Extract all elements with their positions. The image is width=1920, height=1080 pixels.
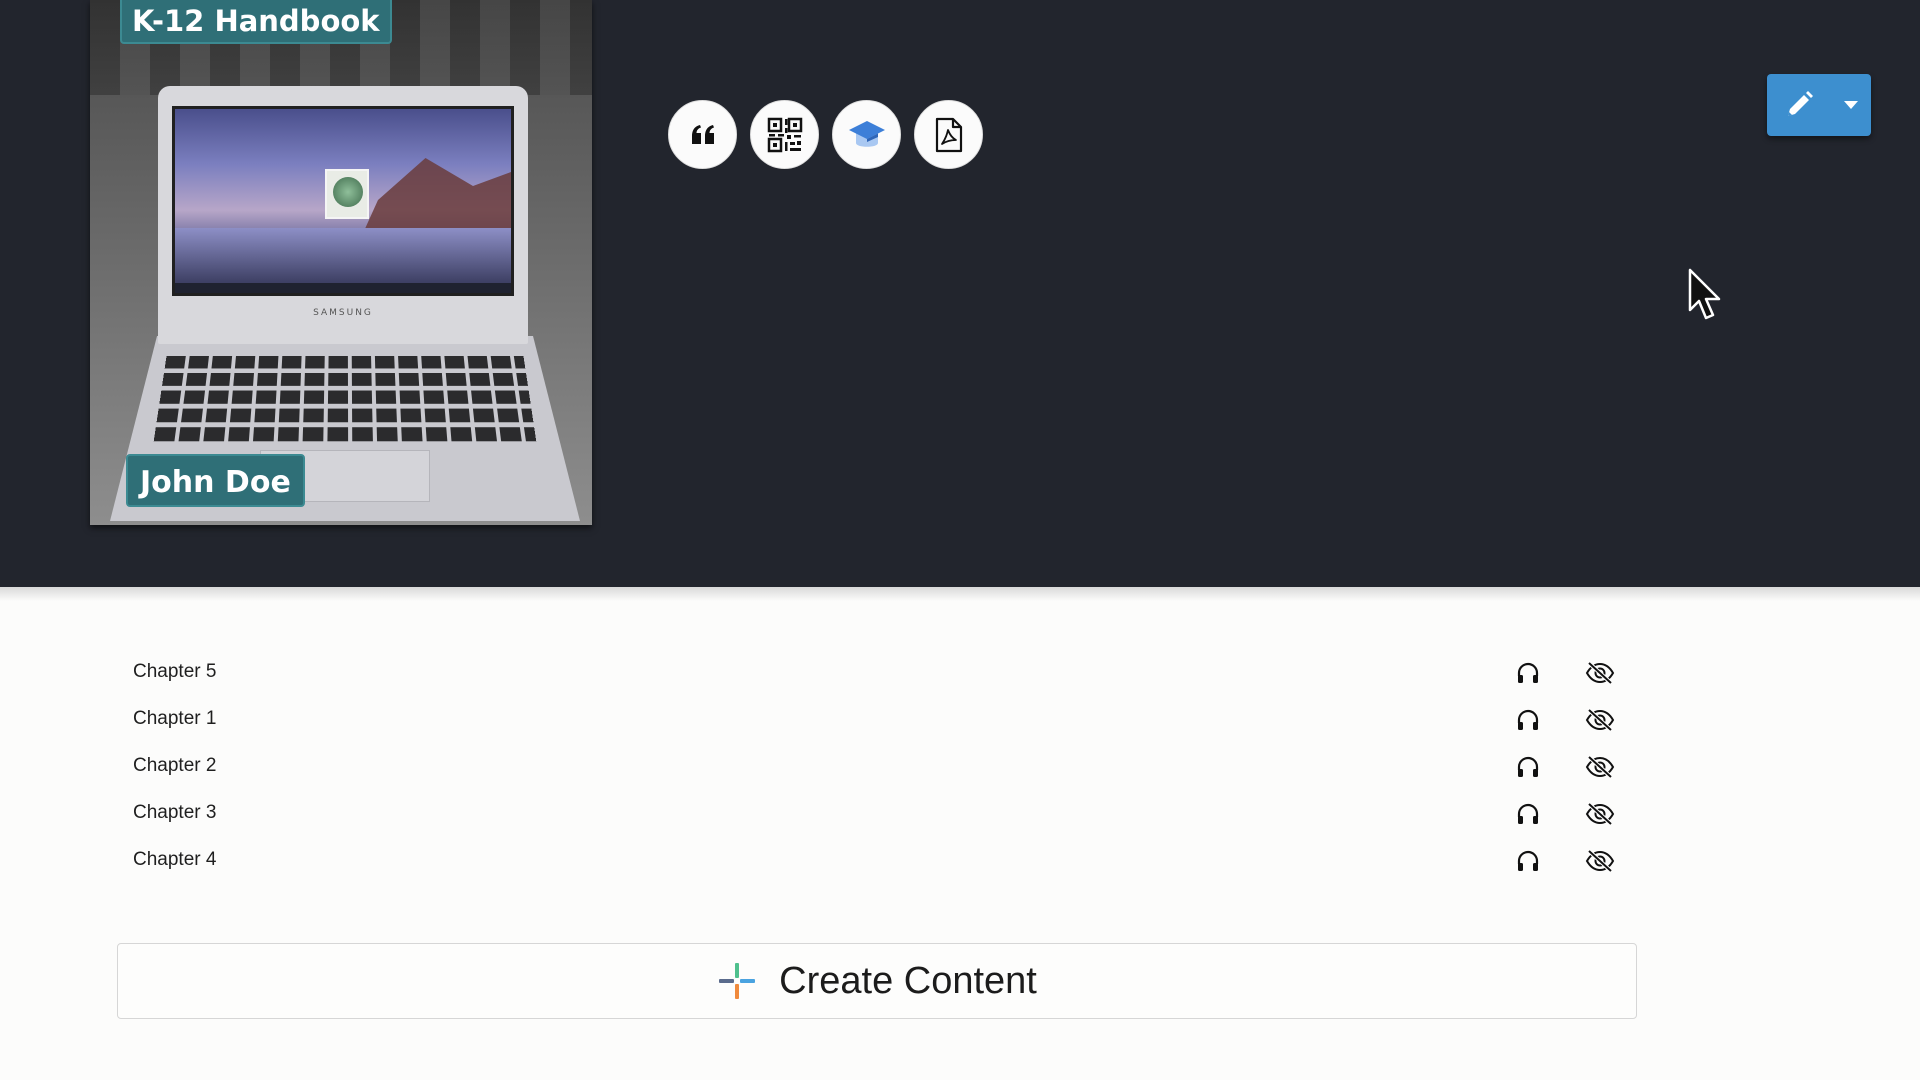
cover-taskbar [175,283,511,293]
colorful-plus-icon [717,961,757,1001]
chapter-title[interactable]: Chapter 5 [133,661,216,683]
book-header: SAMSUNG K-12 Handbook John Doe [0,0,1920,587]
list-item: Chapter 2 [0,744,1920,791]
cover-lake [175,228,511,283]
eye-slash-icon[interactable] [1585,800,1615,828]
eye-slash-icon[interactable] [1585,706,1615,734]
book-title-badge: K-12 Handbook [120,0,392,44]
eye-slash-icon[interactable] [1585,847,1615,875]
list-item: Chapter 1 [0,697,1920,744]
chapter-title[interactable]: Chapter 2 [133,755,216,777]
headphones-icon[interactable] [1513,753,1543,781]
citation-button[interactable] [668,100,737,169]
cover-laptop-screen [172,106,514,296]
cover-brand-text: SAMSUNG [158,308,528,318]
chapter-title[interactable]: Chapter 1 [133,708,216,730]
eye-slash-icon[interactable] [1585,659,1615,687]
edit-split-button [1767,74,1871,136]
chapter-title[interactable]: Chapter 3 [133,802,216,824]
headphones-icon[interactable] [1513,706,1543,734]
create-content-label: Create Content [779,960,1037,1003]
pdf-file-icon [935,117,963,153]
eye-slash-icon[interactable] [1585,753,1615,781]
classroom-button[interactable] [832,100,901,169]
pdf-button[interactable] [914,100,983,169]
book-author-badge: John Doe [126,454,305,507]
edit-button[interactable] [1767,74,1831,136]
headphones-icon[interactable] [1513,800,1543,828]
graduation-cap-icon [848,117,886,153]
pencil-icon [1784,90,1814,120]
headphones-icon[interactable] [1513,847,1543,875]
list-item: Chapter 5 [0,650,1920,697]
cover-sticker [325,169,369,219]
header-shadow [0,587,1920,601]
headphones-icon[interactable] [1513,659,1543,687]
caret-down-icon [1843,100,1859,110]
cover-laptop-keyboard [153,356,537,446]
edit-dropdown-toggle[interactable] [1831,74,1871,136]
book-cover-image: SAMSUNG K-12 Handbook John Doe [90,0,592,525]
chapter-title[interactable]: Chapter 4 [133,849,216,871]
list-item: Chapter 4 [0,838,1920,885]
mouse-pointer-icon [1688,268,1724,322]
list-item: Chapter 3 [0,791,1920,838]
cover-laptop-lid: SAMSUNG [158,86,528,344]
qr-code-icon [767,117,803,153]
quote-icon [690,124,716,146]
create-content-button[interactable]: Create Content [117,943,1637,1019]
qr-code-button[interactable] [750,100,819,169]
